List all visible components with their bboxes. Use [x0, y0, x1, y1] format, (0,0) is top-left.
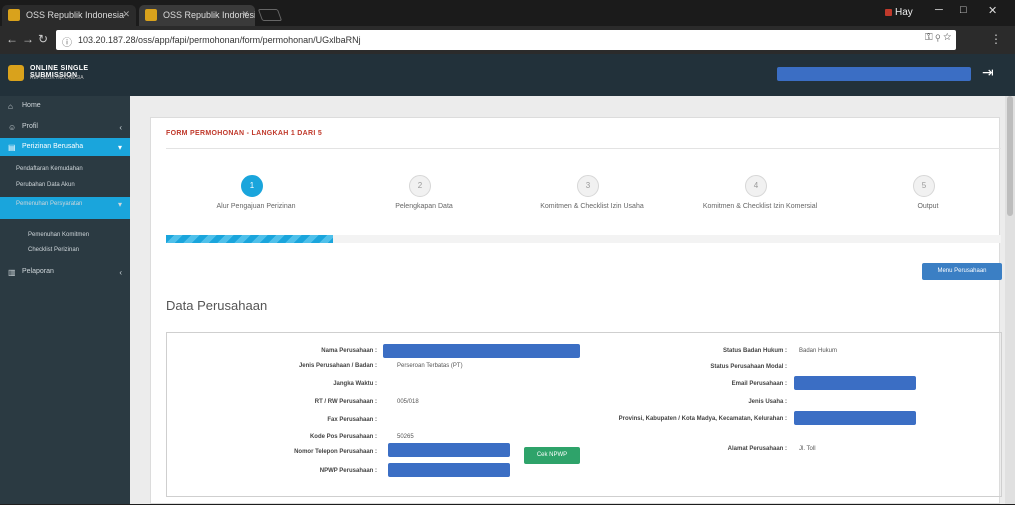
- label-kode-pos: Kode Pos Perusahaan :: [309, 434, 377, 440]
- label-status-modal: Status Perusahaan Modal :: [710, 364, 787, 370]
- step-circle: 2: [409, 175, 431, 197]
- minimize-icon[interactable]: ─: [935, 4, 943, 16]
- label-nama-perusahaan: Nama Perusahaan :: [321, 348, 377, 354]
- doc-icon: ▤: [8, 143, 16, 152]
- forward-icon[interactable]: →: [22, 32, 34, 46]
- company-data-form: Nama Perusahaan : Jenis Perusahaan / Bad…: [166, 332, 1002, 497]
- info-icon: ⓘ: [62, 38, 72, 49]
- sidebar-item-perizinan[interactable]: ▤ Perizinan Berusaha ▾: [0, 138, 130, 156]
- label-jangka-waktu: Jangka Waktu :: [333, 381, 377, 387]
- label-provinsi: Provinsi, Kabupaten / Kota Madya, Kecama…: [618, 416, 787, 422]
- sidebar-item-label: Pelaporan: [22, 268, 54, 275]
- panel-title: FORM PERMOHONAN - LANGKAH 1 DARI 5: [166, 130, 323, 137]
- url-text: 103.20.187.28/oss/app/fapi/permohonan/fo…: [78, 35, 361, 45]
- sidebar-subsubitem[interactable]: Pemenuhan Komitmen: [0, 232, 130, 238]
- close-tab-icon[interactable]: ✕: [241, 9, 249, 20]
- favicon-icon: [8, 9, 20, 21]
- sidebar: ⌂ Home ☺ Profil ‹ ▤ Perizinan Berusaha ▾…: [0, 96, 130, 504]
- label-jenis-usaha: Jenis Usaha :: [748, 399, 787, 405]
- garuda-emblem-icon: [8, 65, 24, 81]
- sidebar-subitem[interactable]: Pendaftaran Kemudahan: [0, 166, 130, 172]
- step-label: Komitmen & Checklist Izin Usaha: [540, 203, 644, 210]
- chevron-down-icon: ▾: [117, 143, 122, 152]
- label-fax: Fax Perusahaan :: [327, 417, 377, 423]
- favicon-icon: [145, 9, 157, 21]
- cek-npwp-button[interactable]: Cek NPWP: [524, 447, 580, 464]
- sidebar-item-label: Home: [22, 102, 41, 109]
- reload-icon[interactable]: ↻: [38, 32, 48, 46]
- chevron-left-icon: ‹: [119, 268, 122, 277]
- form-panel: FORM PERMOHONAN - LANGKAH 1 DARI 5 1 Alu…: [150, 117, 1002, 504]
- browser-tab-bar: OSS Republik Indonesia ✕ OSS Republik In…: [0, 0, 1015, 26]
- close-window-icon[interactable]: ✕: [988, 4, 997, 17]
- step-circle: 4: [745, 175, 767, 197]
- sidebar-subitem-label: Pemenuhan Persyaratan: [16, 201, 83, 207]
- sidebar-subitem[interactable]: Perubahan Data Akun: [0, 182, 130, 188]
- rt-rw-value: 005/018: [397, 399, 419, 405]
- label-nomor-telepon: Nomor Telepon Perusahaan :: [294, 449, 377, 455]
- nama-perusahaan-field[interactable]: [383, 344, 580, 358]
- label-status-badan-hukum: Status Badan Hukum :: [722, 348, 787, 354]
- label-npwp: NPWP Perusahaan :: [319, 468, 377, 474]
- step-label: Alur Pengajuan Perizinan: [216, 203, 296, 210]
- sidebar-item-profil[interactable]: ☺ Profil ‹: [0, 123, 130, 135]
- jenis-perusahaan-value: Perseroan Terbatas (PT): [397, 363, 463, 369]
- app-logo[interactable]: ONLINE SINGLE SUBMISSION REPUBLIK INDONE…: [8, 63, 128, 89]
- email-perusahaan-field[interactable]: [794, 376, 916, 390]
- label-alamat: Alamat Perusahaan :: [727, 446, 787, 452]
- key-icon[interactable]: ⚿ ⚲ ☆: [925, 32, 951, 43]
- chevron-left-icon: ‹: [119, 123, 122, 132]
- browser-tab-2[interactable]: OSS Republik Indonesia ✕: [139, 5, 255, 26]
- new-tab-button[interactable]: [257, 9, 283, 21]
- menu-perusahaan-button[interactable]: Menu Perusahaan: [922, 263, 1002, 280]
- step-label: Pelengkapan Data: [395, 203, 453, 210]
- browser-tab-1[interactable]: OSS Republik Indonesia ✕: [2, 5, 136, 26]
- user-icon: ☺: [8, 123, 17, 132]
- main-content: FORM PERMOHONAN - LANGKAH 1 DARI 5 1 Alu…: [130, 96, 1015, 504]
- kode-pos-value: 50265: [397, 434, 414, 440]
- address-bar: ← → ↻ ⓘ 103.20.187.28/oss/app/fapi/permo…: [0, 26, 1015, 54]
- alamat-value: Jl. Toll: [799, 446, 816, 452]
- step-circle: 5: [913, 175, 935, 197]
- section-title: Data Perusahaan: [166, 298, 268, 313]
- chevron-down-icon: ▾: [117, 200, 122, 209]
- app-top-navbar: ONLINE SINGLE SUBMISSION REPUBLIK INDONE…: [0, 54, 1015, 96]
- brand-subtitle: REPUBLIK INDONESIA: [30, 75, 84, 81]
- user-menu[interactable]: [777, 67, 971, 81]
- sidebar-subitem-active[interactable]: Pemenuhan Persyaratan ▾: [0, 197, 130, 219]
- browser-user-name[interactable]: Hay: [885, 7, 913, 18]
- cek-npwp-label: Cek NPWP: [536, 452, 568, 458]
- label-rt-rw: RT / RW Perusahaan :: [314, 399, 377, 405]
- close-tab-icon[interactable]: ✕: [122, 9, 130, 20]
- page-scrollbar[interactable]: [1005, 96, 1015, 504]
- progress-fill: [166, 235, 333, 243]
- url-field[interactable]: ⓘ 103.20.187.28/oss/app/fapi/permohonan/…: [56, 30, 956, 50]
- sidebar-item-label: Profil: [22, 123, 38, 130]
- status-badan-hukum-value: Badan Hukum: [799, 348, 838, 354]
- back-icon[interactable]: ←: [6, 32, 18, 46]
- sidebar-item-label: Perizinan Berusaha: [22, 143, 84, 150]
- maximize-icon[interactable]: □: [960, 4, 967, 16]
- divider: [166, 148, 1001, 149]
- tab-label: OSS Republik Indonesia: [26, 10, 125, 20]
- logout-icon[interactable]: ⇥: [982, 64, 994, 81]
- sidebar-item-pelaporan[interactable]: ▥ Pelaporan ‹: [0, 268, 130, 280]
- wizard-progress-bar: [166, 235, 1001, 243]
- chart-icon: ▥: [8, 268, 16, 277]
- label-jenis-perusahaan: Jenis Perusahaan / Badan :: [298, 363, 377, 369]
- sidebar-subsubitem[interactable]: Checklist Perizinan: [0, 247, 130, 253]
- npwp-field[interactable]: [388, 463, 510, 477]
- sidebar-item-home[interactable]: ⌂ Home: [0, 102, 130, 114]
- nomor-telepon-field[interactable]: [388, 443, 510, 457]
- scrollbar-thumb[interactable]: [1007, 96, 1013, 216]
- step-label: Komitmen & Checklist Izin Komersial: [702, 203, 818, 210]
- browser-menu-icon[interactable]: ⋮: [990, 32, 1002, 46]
- step-circle: 3: [577, 175, 599, 197]
- provinsi-field[interactable]: [794, 411, 916, 425]
- label-email: Email Perusahaan :: [731, 381, 787, 387]
- step-circle: 1: [241, 175, 263, 197]
- step-label: Output: [917, 203, 939, 210]
- home-icon: ⌂: [8, 102, 13, 111]
